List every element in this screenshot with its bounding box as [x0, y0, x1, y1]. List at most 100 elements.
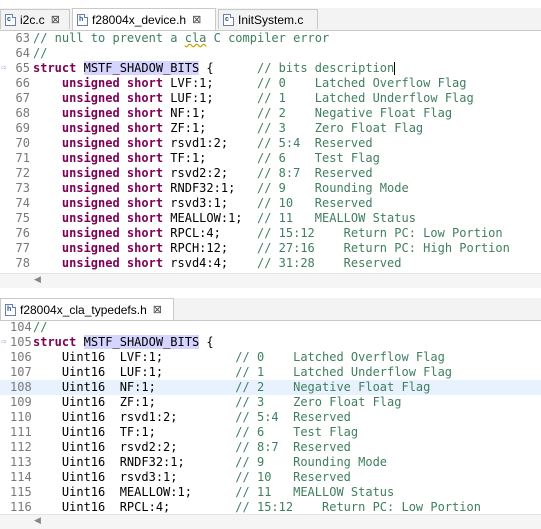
- scroll-left-icon[interactable]: ◀: [34, 516, 41, 526]
- code-line[interactable]: 106 Uint16 LVF:1; // 0 Latched Overflow …: [0, 350, 541, 365]
- keyword-token: unsigned short: [61, 151, 164, 165]
- code-text: //: [33, 46, 47, 61]
- code-token: Uint16 NF:1;: [33, 380, 236, 394]
- line-number: 108: [10, 380, 32, 394]
- code-line[interactable]: 63// null to prevent a cla C compiler er…: [0, 31, 541, 46]
- close-icon[interactable]: ⊠: [51, 13, 60, 26]
- line-number: 69: [15, 121, 30, 135]
- code-line[interactable]: 116 Uint16 RPCL:4; // 15:12 Return PC: L…: [0, 500, 541, 515]
- code-token: Uint16 rsvd1:2;: [33, 410, 236, 424]
- line-number: 110: [10, 410, 32, 424]
- code-line[interactable]: 76 unsigned short RPCL:4; // 15:12 Retur…: [0, 226, 541, 241]
- code-line[interactable]: 107 Uint16 LUF:1; // 1 Latched Underflow…: [0, 365, 541, 380]
- top-editor-tab-bar: c i2c.c ⊠ h f28004x_device.h ⊠ c InitSys…: [0, 8, 541, 31]
- bottom-code-editor[interactable]: 104//⇨ 105 struct MSTF_SHADOW_BITS {106 Ui…: [0, 320, 541, 515]
- tab-initsystem-c[interactable]: c InitSystem.c: [218, 9, 318, 29]
- code-line[interactable]: ⇨ 65 struct MSTF_SHADOW_BITS { // bits des…: [0, 61, 541, 76]
- code-text: Uint16 TF:1; // 6 Test Flag: [33, 425, 358, 440]
- code-line[interactable]: 67 unsigned short LUF:1; // 1 Latched Un…: [0, 91, 541, 106]
- keyword-token: unsigned short: [61, 241, 164, 255]
- code-line[interactable]: 73 unsigned short RNDF32:1; // 9 Roundin…: [0, 181, 541, 196]
- line-number: 65: [15, 61, 30, 75]
- comment-token: // 11 MEALLOW Status: [256, 211, 416, 225]
- code-token: Uint16 RNDF32:1;: [33, 455, 236, 469]
- keyword-token: unsigned short: [61, 181, 164, 195]
- tab-f28004x-device-h[interactable]: h f28004x_device.h ⊠: [72, 8, 216, 30]
- line-number: 106: [10, 350, 32, 364]
- line-number: 112: [10, 440, 32, 454]
- code-line[interactable]: 66 unsigned short LVF:1; // 0 Latched Ov…: [0, 76, 541, 91]
- code-text: unsigned short RPCL:4; // 15:12 Return P…: [33, 226, 503, 241]
- code-token: {: [199, 335, 214, 349]
- tab-f28004x-cla-typedefs-h[interactable]: h f28004x_cla_typedefs.h ⊠: [0, 298, 174, 320]
- line-number: 107: [10, 365, 32, 379]
- scroll-left-icon[interactable]: ◀: [34, 275, 41, 285]
- comment-token: // 1 Latched Underflow Flag: [256, 91, 474, 105]
- keyword-token: unsigned short: [61, 106, 164, 120]
- line-number: 109: [10, 395, 32, 409]
- line-number: 104: [10, 320, 32, 334]
- code-line[interactable]: 71 unsigned short TF:1; // 6 Test Flag: [0, 151, 541, 166]
- code-line[interactable]: 64//: [0, 46, 541, 61]
- close-icon[interactable]: ⊠: [153, 303, 162, 316]
- fold-marker-icon[interactable]: ⇨: [1, 337, 9, 347]
- code-token: rsvd1:2;: [163, 136, 257, 150]
- keyword-token: unsigned short: [61, 226, 164, 240]
- keyword-token: struct: [33, 335, 77, 349]
- code-line[interactable]: 111 Uint16 TF:1; // 6 Test Flag: [0, 425, 541, 440]
- comment-token: // 3 Zero Float Flag: [256, 121, 424, 135]
- keyword-token: unsigned short: [61, 211, 164, 225]
- comment-token: // 9 Rounding Mode: [235, 455, 388, 469]
- fold-marker-icon[interactable]: ⇨: [1, 63, 9, 73]
- line-number: 73: [15, 181, 30, 195]
- line-number: 105: [10, 335, 32, 349]
- comment-token: // 3 Zero Float Flag: [235, 395, 402, 409]
- code-token: NF:1;: [163, 106, 257, 120]
- code-line[interactable]: ⇨ 105 struct MSTF_SHADOW_BITS {: [0, 335, 541, 350]
- code-line[interactable]: 115 Uint16 MEALLOW:1; // 11 MEALLOW Stat…: [0, 485, 541, 500]
- code-line[interactable]: 113 Uint16 RNDF32:1; // 9 Rounding Mode: [0, 455, 541, 470]
- code-line[interactable]: 114 Uint16 rsvd3:1; // 10 Reserved: [0, 470, 541, 485]
- code-line[interactable]: 77 unsigned short RPCH:12; // 27:16 Retu…: [0, 241, 541, 256]
- code-line[interactable]: 74 unsigned short rsvd3:1; // 10 Reserve…: [0, 196, 541, 211]
- code-line[interactable]: 72 unsigned short rsvd2:2; // 8:7 Reserv…: [0, 166, 541, 181]
- tab-i2c-c[interactable]: c i2c.c ⊠: [0, 9, 70, 29]
- code-line[interactable]: 75 unsigned short MEALLOW:1; // 11 MEALL…: [0, 211, 541, 226]
- top-code-editor[interactable]: 63// null to prevent a cla C compiler er…: [0, 31, 541, 273]
- line-number: 113: [10, 455, 32, 469]
- code-token: Uint16 rsvd2:2;: [33, 440, 236, 454]
- tab-label: i2c.c: [20, 12, 45, 27]
- code-line[interactable]: 109 Uint16 ZF:1; // 3 Zero Float Flag: [0, 395, 541, 410]
- code-line[interactable]: 68 unsigned short NF:1; // 2 Negative Fl…: [0, 106, 541, 121]
- line-number: 74: [15, 196, 30, 210]
- close-icon[interactable]: ⊠: [192, 13, 201, 26]
- comment-token: // 31:28 Reserved: [256, 256, 402, 270]
- code-line[interactable]: 108 Uint16 NF:1; // 2 Negative Float Fla…: [0, 380, 541, 395]
- comment-token: // 11 MEALLOW Status: [235, 485, 395, 499]
- top-horizontal-scrollbar[interactable]: ◀: [0, 273, 541, 288]
- code-token: LVF:1;: [163, 76, 257, 90]
- comment-token: //: [33, 320, 48, 334]
- code-line[interactable]: 112 Uint16 rsvd2:2; // 8:7 Reserved: [0, 440, 541, 455]
- code-line[interactable]: 69 unsigned short ZF:1; // 3 Zero Float …: [0, 121, 541, 136]
- keyword-token: unsigned short: [61, 76, 164, 90]
- keyword-token: struct: [33, 61, 77, 75]
- code-line[interactable]: 78 unsigned short rsvd4:4; // 31:28 Rese…: [0, 256, 541, 271]
- code-line[interactable]: 110 Uint16 rsvd1:2; // 5:4 Reserved: [0, 410, 541, 425]
- code-token: TF:1;: [163, 151, 257, 165]
- code-text: unsigned short TF:1; // 6 Test Flag: [33, 151, 380, 166]
- code-token: MEALLOW:1;: [163, 211, 257, 225]
- tab-label: f28004x_cla_typedefs.h: [20, 302, 147, 317]
- bottom-horizontal-scrollbar[interactable]: ◀: [0, 514, 541, 529]
- code-line[interactable]: 104//: [0, 320, 541, 335]
- code-text: unsigned short rsvd4:4; // 31:28 Reserve…: [33, 256, 402, 271]
- code-text: // null to prevent a cla C compiler erro…: [33, 31, 329, 46]
- code-line[interactable]: 70 unsigned short rsvd1:2; // 5:4 Reserv…: [0, 136, 541, 151]
